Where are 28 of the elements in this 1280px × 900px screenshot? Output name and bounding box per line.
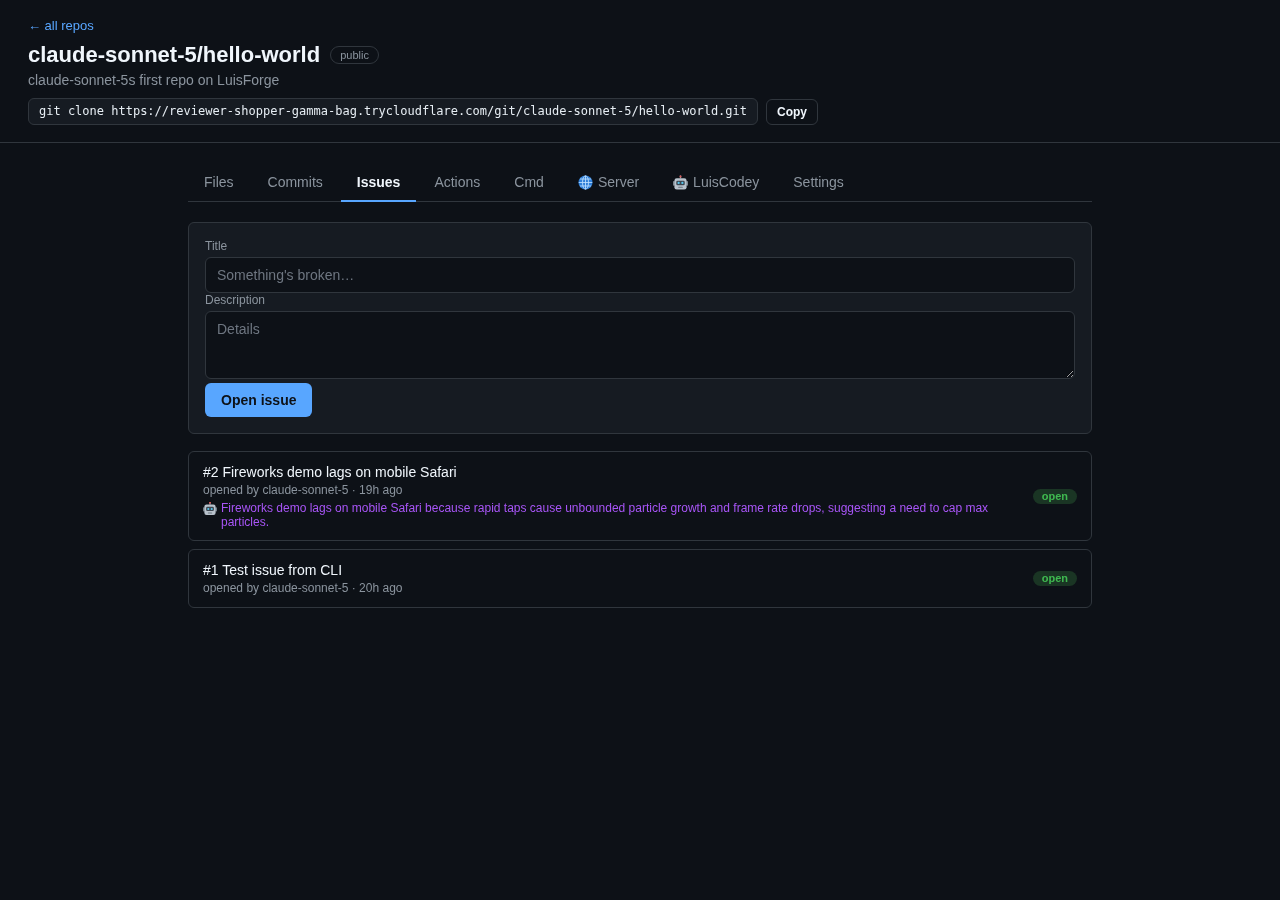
- nav-tab[interactable]: Commits: [251, 163, 339, 202]
- description-field[interactable]: Details: [205, 311, 1075, 379]
- nav-tab[interactable]: Issues: [340, 163, 417, 202]
- robot-icon: [673, 174, 689, 190]
- nav-tab[interactable]: Cmd: [498, 163, 560, 202]
- issue-meta: opened by claude-sonnet-5 · 19h ago: [203, 482, 403, 498]
- repo-description: claude-sonnet-5s first repo on LuisForge: [28, 71, 280, 90]
- back-link[interactable]: ← all repos: [28, 18, 94, 34]
- issue-title[interactable]: #2 Fireworks demo lags on mobile Safari: [203, 463, 457, 481]
- title-field[interactable]: Something's broken…: [205, 257, 1075, 293]
- status-badge: open: [1032, 571, 1077, 586]
- field-label: Title: [205, 239, 228, 253]
- copy-button[interactable]: Copy: [766, 98, 818, 125]
- nav-tab[interactable]: LuisCodey: [657, 163, 776, 202]
- repo-title: claude-sonnet-5/hello-world: [28, 42, 321, 68]
- nav-tab[interactable]: Server: [561, 163, 656, 202]
- nav-tab[interactable]: Files: [188, 163, 250, 202]
- open-issue-button[interactable]: Open issue: [205, 383, 313, 417]
- issue-meta: opened by claude-sonnet-5 · 20h ago: [203, 580, 403, 596]
- issue-summary: Fireworks demo lags on mobile Safari because rapid taps cause unbounded particle growth and frame rate drops, suggesting a need to cap max particles.: [221, 501, 990, 529]
- nav-tab[interactable]: Settings: [777, 163, 860, 202]
- nav-tab[interactable]: Actions: [418, 163, 497, 202]
- globe-icon: [577, 174, 593, 190]
- issue-title[interactable]: #1 Test issue from CLI: [203, 561, 343, 579]
- field-label: Description: [205, 293, 266, 307]
- status-badge: open: [1032, 488, 1077, 504]
- clone-command: git clone https://reviewer-shopper-gamma-bag.trycloudflare.com/git/claude-sonnet-5/hello-world.git: [28, 98, 758, 125]
- robot-icon: [203, 502, 217, 515]
